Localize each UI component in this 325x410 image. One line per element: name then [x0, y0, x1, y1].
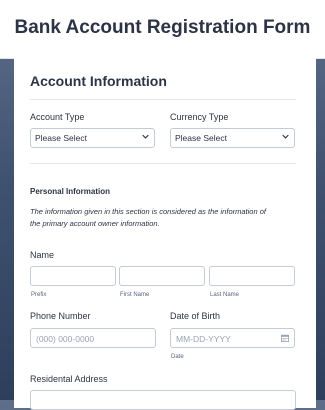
- address-label: Residental Address: [30, 374, 108, 384]
- phone-input[interactable]: (000) 000-0000: [30, 328, 156, 348]
- form-header: Bank Account Registration Form: [0, 0, 325, 59]
- description-line: The information given in this section is…: [30, 207, 266, 216]
- prefix-input[interactable]: [30, 266, 116, 286]
- dob-label: Date of Birth: [170, 311, 221, 321]
- form-card: Account Information Account Type Please …: [14, 58, 316, 410]
- phone-placeholder: (000) 000-0000: [36, 334, 95, 344]
- section-divider: [30, 163, 296, 164]
- personal-section-title: Personal Information: [30, 187, 111, 196]
- chevron-down-icon: [282, 133, 289, 142]
- address-input[interactable]: [30, 390, 296, 410]
- personal-section-description: The information given in this section is…: [30, 206, 310, 230]
- currency-type-select[interactable]: Please Select: [170, 128, 295, 148]
- prefix-sublabel: Prefix: [31, 292, 47, 298]
- chevron-down-icon: [142, 133, 149, 142]
- form-title: Bank Account Registration Form: [14, 17, 311, 38]
- account-section-title: Account Information: [30, 73, 167, 89]
- section-divider: [30, 99, 296, 100]
- dob-placeholder: MM-DD-YYYY: [176, 334, 231, 344]
- account-type-select[interactable]: Please Select: [30, 128, 155, 148]
- first-name-sublabel: First Name: [120, 292, 150, 298]
- calendar-icon[interactable]: [281, 334, 289, 342]
- last-name-sublabel: Last Name: [210, 292, 240, 298]
- account-type-label: Account Type: [30, 112, 85, 122]
- description-line: the primary account owner information.: [30, 219, 160, 228]
- phone-label: Phone Number: [30, 311, 91, 321]
- dob-input[interactable]: MM-DD-YYYY: [170, 328, 295, 348]
- account-type-value: Please Select: [35, 133, 87, 143]
- currency-type-value: Please Select: [175, 133, 227, 143]
- currency-type-label: Currency Type: [170, 112, 229, 122]
- dob-sublabel: Date: [171, 354, 184, 360]
- last-name-input[interactable]: [209, 266, 295, 286]
- name-label: Name: [30, 250, 55, 260]
- first-name-input[interactable]: [119, 266, 205, 286]
